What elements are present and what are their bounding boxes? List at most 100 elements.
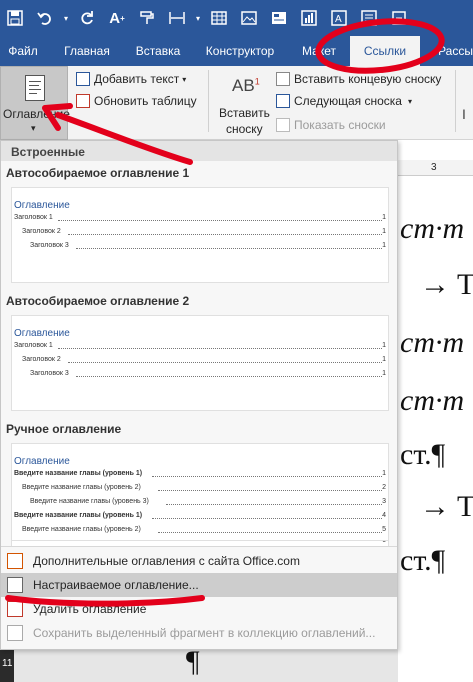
preview-line: Введите название главы (уровень 2) xyxy=(22,484,141,491)
document-icon xyxy=(25,75,45,101)
save-selection-item[interactable]: Сохранить выделенный фрагмент в коллекци… xyxy=(1,621,397,645)
insert-icon[interactable]: I xyxy=(462,106,466,122)
text-box-icon[interactable]: A xyxy=(324,0,354,36)
paragraph-mark: ¶ xyxy=(186,645,200,678)
preview-page: 1 xyxy=(382,242,386,249)
custom-toc-item[interactable]: Настраиваемое оглавление... xyxy=(1,573,397,597)
add-text-button[interactable]: Добавить текст ▾ xyxy=(76,72,186,86)
leader-dots xyxy=(158,532,382,533)
remove-toc-item[interactable]: Удалить оглавление xyxy=(1,597,397,621)
paragraph-icon[interactable] xyxy=(354,0,384,36)
preview-line: Введите название главы (уровень 1) xyxy=(14,470,143,477)
document-line: cm·m xyxy=(400,212,465,245)
show-notes-label: Показать сноски xyxy=(294,118,386,132)
leader-dots xyxy=(76,248,382,249)
chevron-down-icon[interactable]: ▾ xyxy=(192,0,204,36)
preview-line: Заголовок 3 xyxy=(30,370,69,377)
chart-icon[interactable] xyxy=(294,0,324,36)
toc-button-label: Оглавление xyxy=(3,107,70,121)
format-painter-icon[interactable] xyxy=(132,0,162,36)
preview-page: 1 xyxy=(382,228,386,235)
toc-button[interactable]: Оглавление ▾ xyxy=(0,66,70,140)
show-notes-button[interactable]: Показать сноски xyxy=(276,118,386,132)
redo-icon[interactable] xyxy=(72,0,102,36)
ribbon-separator xyxy=(455,70,456,132)
preview-title: Оглавление xyxy=(14,456,70,467)
ruler: 3 xyxy=(398,160,473,176)
section-title: Ручное оглавление xyxy=(6,422,122,436)
insert-footnote-button[interactable]: AB1 Вставить сноску xyxy=(214,66,270,140)
preview-page: 5 xyxy=(382,526,386,533)
tab-insert[interactable]: Вставка xyxy=(128,36,188,66)
endnote-icon xyxy=(276,72,290,86)
office-icon xyxy=(7,553,23,569)
update-table-button[interactable]: Обновить таблицу xyxy=(76,94,197,108)
save-icon[interactable] xyxy=(0,0,30,36)
insert-endnote-label: Вставить концевую сноску xyxy=(294,72,442,86)
insert-footnote-label-2: сноску xyxy=(226,122,263,136)
font-size-icon[interactable]: A + xyxy=(102,0,132,36)
menu-separator xyxy=(1,546,397,547)
tab-design[interactable]: Конструктор xyxy=(200,36,280,66)
document-line: → T xyxy=(420,490,473,523)
preview-title: Оглавление xyxy=(14,328,70,339)
chevron-down-icon: ▾ xyxy=(31,123,36,133)
chevron-down-icon: ▾ xyxy=(182,74,187,84)
document-line: ст.¶ xyxy=(400,438,446,471)
tab-home[interactable]: Главная xyxy=(58,36,116,66)
update-table-icon xyxy=(76,94,90,108)
svg-text:A: A xyxy=(335,14,342,25)
tab-mailings[interactable]: Рассылки xyxy=(430,36,473,66)
ribbon: Оглавление ▾ Добавить текст ▾ Обновить т… xyxy=(0,66,473,140)
add-text-icon xyxy=(76,72,90,86)
vertical-ruler: 11 xyxy=(0,650,14,682)
section-title: Автособираемое оглавление 2 xyxy=(6,294,190,308)
save-selection-icon xyxy=(7,625,23,641)
preview-line: Введите название главы (уровень 1) xyxy=(14,512,143,519)
toc-style-auto-1[interactable]: Оглавление Заголовок 1 1 Заголовок 2 1 З… xyxy=(11,187,389,283)
menu-item-label: Настраиваемое оглавление... xyxy=(33,578,199,592)
tab-layout[interactable]: Макет xyxy=(294,36,344,66)
ruler-mark: 3 xyxy=(431,162,437,173)
show-notes-icon xyxy=(276,118,290,132)
document-line: cm·m xyxy=(400,384,465,417)
preview-line: Заголовок 2 xyxy=(22,228,61,235)
menu-item-label: Дополнительные оглавления с сайта Office… xyxy=(33,554,300,568)
preview-line: Заголовок 1 xyxy=(14,342,53,349)
leader-dots xyxy=(166,504,382,505)
toc-style-manual[interactable]: Оглавление Введите название главы (урове… xyxy=(11,443,389,541)
preview-line: Введите название главы (уровень 2) xyxy=(22,526,141,533)
update-table-label: Обновить таблицу xyxy=(94,94,197,108)
table-icon[interactable] xyxy=(204,0,234,36)
leader-dots xyxy=(58,348,382,349)
tab-file[interactable]: Файл xyxy=(2,36,44,66)
leader-dots xyxy=(68,234,382,235)
delete-toc-icon xyxy=(7,601,23,617)
undo-icon[interactable] xyxy=(30,0,60,36)
chevron-down-icon[interactable]: ▾ xyxy=(60,0,72,36)
quick-access-toolbar: ▾ A + ▾ A xyxy=(0,0,473,36)
section-title: Автособираемое оглавление 1 xyxy=(6,166,190,180)
leader-dots xyxy=(152,476,382,477)
preview-page: 1 xyxy=(382,356,386,363)
footnote-icon: AB1 xyxy=(232,76,260,95)
layout-icon[interactable] xyxy=(264,0,294,36)
more-icon[interactable] xyxy=(384,0,414,36)
more-toc-from-office-item[interactable]: Дополнительные оглавления с сайта Office… xyxy=(1,549,397,573)
next-footnote-button[interactable]: Следующая сноска ▾ xyxy=(276,94,412,108)
preview-title: Оглавление xyxy=(14,200,70,211)
image-icon[interactable] xyxy=(234,0,264,36)
document-line: ст.¶ xyxy=(400,544,446,577)
toc-style-auto-2[interactable]: Оглавление Заголовок 1 1 Заголовок 2 1 З… xyxy=(11,315,389,411)
preview-page: 2 xyxy=(382,484,386,491)
leader-dots xyxy=(152,518,382,519)
preview-line: Введите название главы (уровень 3) xyxy=(30,498,149,505)
chevron-down-icon: ▾ xyxy=(407,96,412,106)
insert-endnote-button[interactable]: Вставить концевую сноску xyxy=(276,72,441,86)
preview-line: Заголовок 2 xyxy=(22,356,61,363)
tab-references[interactable]: Ссылки xyxy=(350,36,420,66)
leader-dots xyxy=(76,376,382,377)
page-number: 11 xyxy=(2,658,13,669)
preview-line: Заголовок 1 xyxy=(14,214,53,221)
width-icon[interactable] xyxy=(162,0,192,36)
